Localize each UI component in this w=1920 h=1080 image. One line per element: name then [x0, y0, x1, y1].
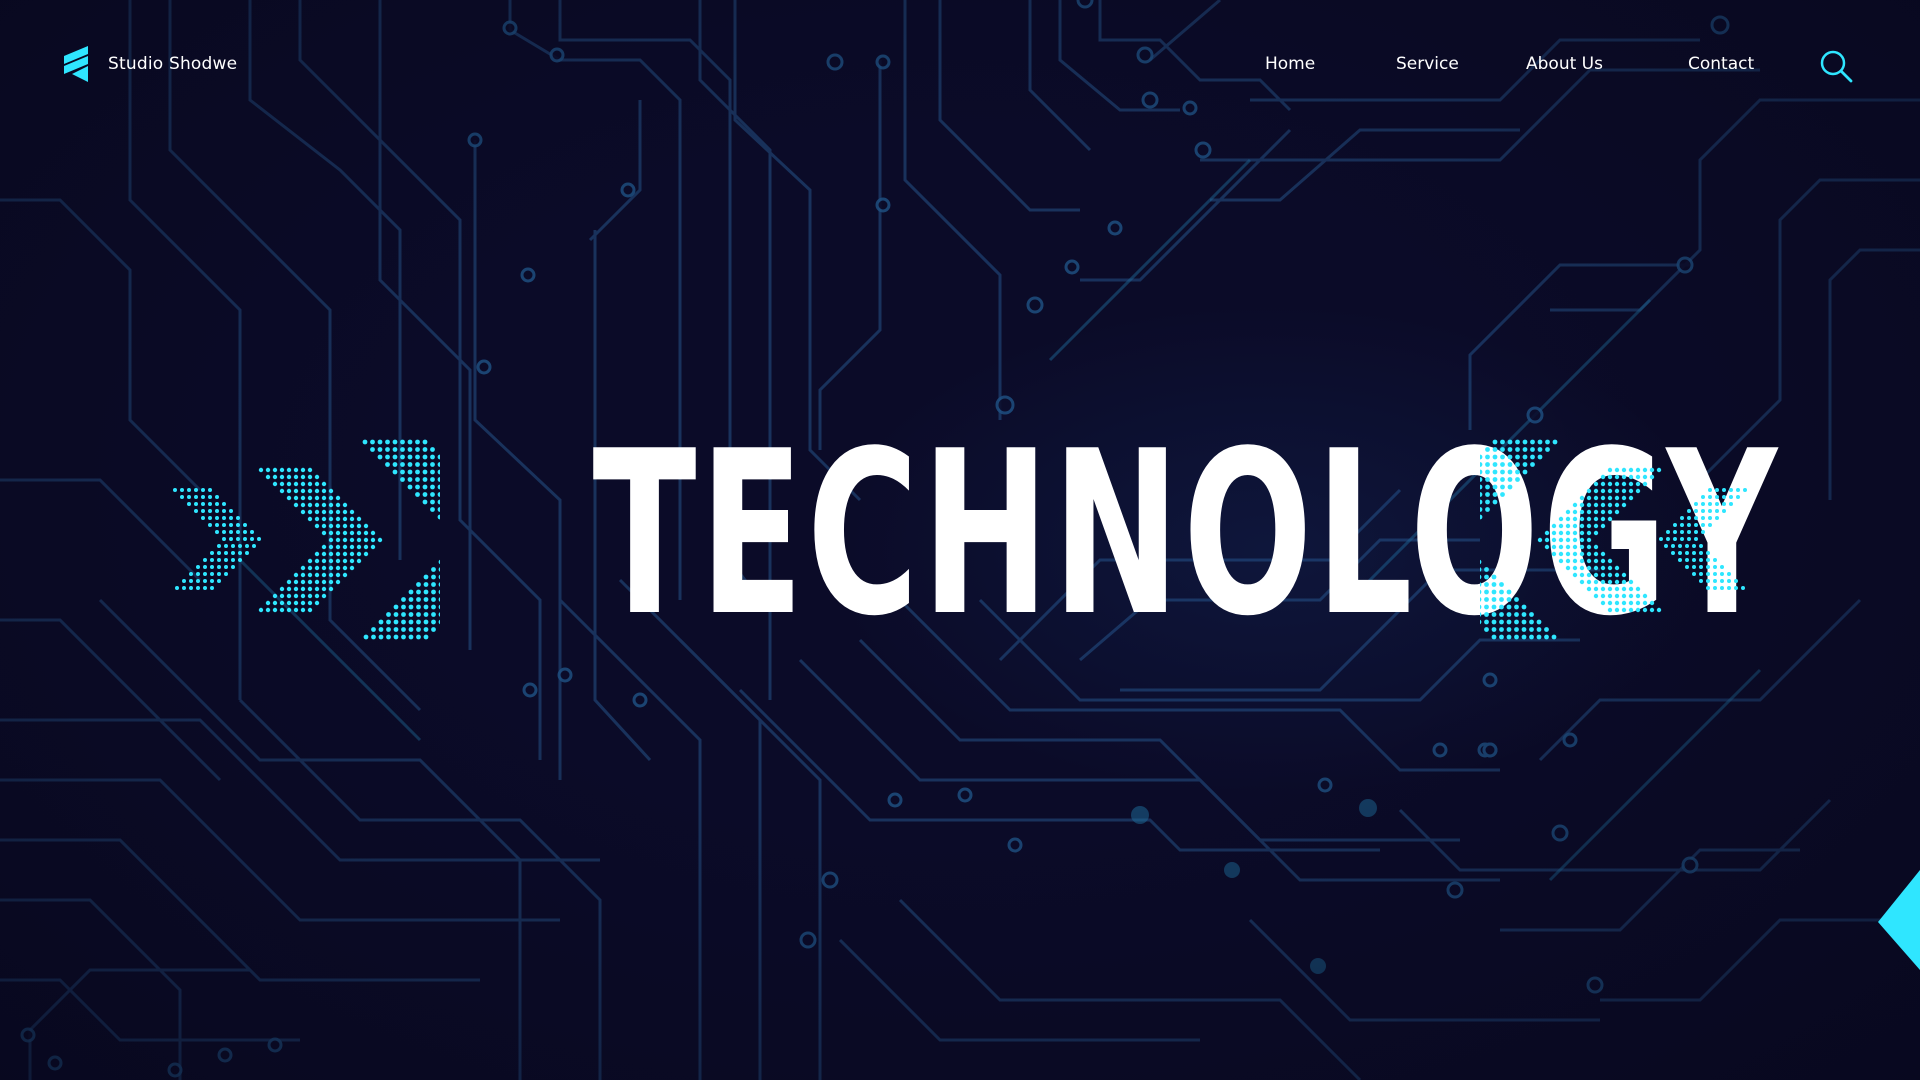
- hero-title: TECHNOLOGY: [592, 403, 1781, 666]
- brand[interactable]: Studio Shodwe: [62, 44, 237, 84]
- nav-item-home[interactable]: Home: [1265, 54, 1315, 74]
- corner-accent-shape: [1878, 870, 1920, 970]
- top-navigation-bar: Studio Shodwe Home Service About Us Cont…: [0, 0, 1920, 130]
- chevron-right-icon: [173, 488, 261, 590]
- nav-item-service[interactable]: Service: [1396, 54, 1459, 74]
- dotted-chevron-right-icons: [173, 439, 440, 640]
- brand-name: Studio Shodwe: [108, 54, 238, 74]
- stacked-stripes-logo-icon: [64, 46, 88, 82]
- chevron-left-icon: [1659, 488, 1747, 590]
- nav-item-contact[interactable]: Contact: [1688, 54, 1754, 74]
- nav-item-about-us[interactable]: About Us: [1526, 54, 1603, 74]
- chevron-right-icon: [258, 467, 383, 613]
- search-icon[interactable]: [1818, 48, 1854, 84]
- chevron-left-icon: [1537, 467, 1662, 613]
- dotted-chevron-left-icons: [1480, 439, 1747, 640]
